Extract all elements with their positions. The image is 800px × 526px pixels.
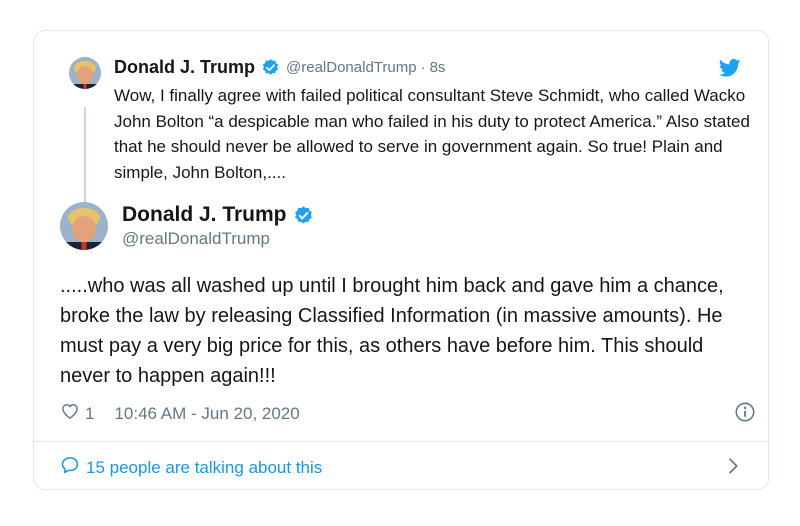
like-button[interactable]: 1 — [60, 401, 94, 426]
main-tweet-text: .....who was all washed up until I broug… — [60, 275, 724, 387]
tweet-meta-row: 1 10:46 AM - Jun 20, 2020 — [60, 401, 755, 426]
twitter-bird-icon[interactable] — [718, 59, 741, 77]
main-author-name[interactable]: Donald J. Trump — [122, 203, 287, 227]
conversation-link-label[interactable]: 15 people are talking about this — [86, 458, 322, 478]
speech-bubble-icon — [60, 455, 86, 480]
embedded-tweet-card: Donald J. Trump @realDonaldTrump · 8s Wo… — [33, 30, 769, 490]
parent-author-avatar[interactable] — [69, 57, 101, 89]
tweet-timestamp[interactable]: 10:46 AM - Jun 20, 2020 — [114, 404, 299, 424]
verified-badge-icon — [293, 205, 314, 226]
like-count: 1 — [85, 403, 95, 423]
info-icon[interactable] — [734, 401, 756, 423]
parent-author-name[interactable]: Donald J. Trump — [114, 57, 255, 78]
conversation-link[interactable]: 15 people are talking about this — [60, 455, 322, 480]
main-author-handle[interactable]: @realDonaldTrump — [122, 229, 314, 249]
main-author-name-row: Donald J. Trump — [122, 203, 314, 227]
parent-author-handle[interactable]: @realDonaldTrump — [286, 59, 417, 76]
verified-badge-icon — [261, 58, 280, 77]
main-tweet-header: Donald J. Trump @realDonaldTrump — [122, 203, 314, 249]
main-author-avatar[interactable] — [60, 202, 108, 250]
parent-tweet-text: Wow, I finally agree with failed politic… — [114, 86, 750, 182]
footer-divider — [34, 441, 768, 442]
parent-tweet-header: Donald J. Trump @realDonaldTrump · 8s — [114, 57, 445, 78]
separator-dot: · — [420, 59, 426, 76]
chevron-right-icon[interactable] — [724, 457, 742, 475]
parent-tweet-time[interactable]: 8s — [430, 59, 446, 76]
heart-icon — [60, 401, 80, 426]
